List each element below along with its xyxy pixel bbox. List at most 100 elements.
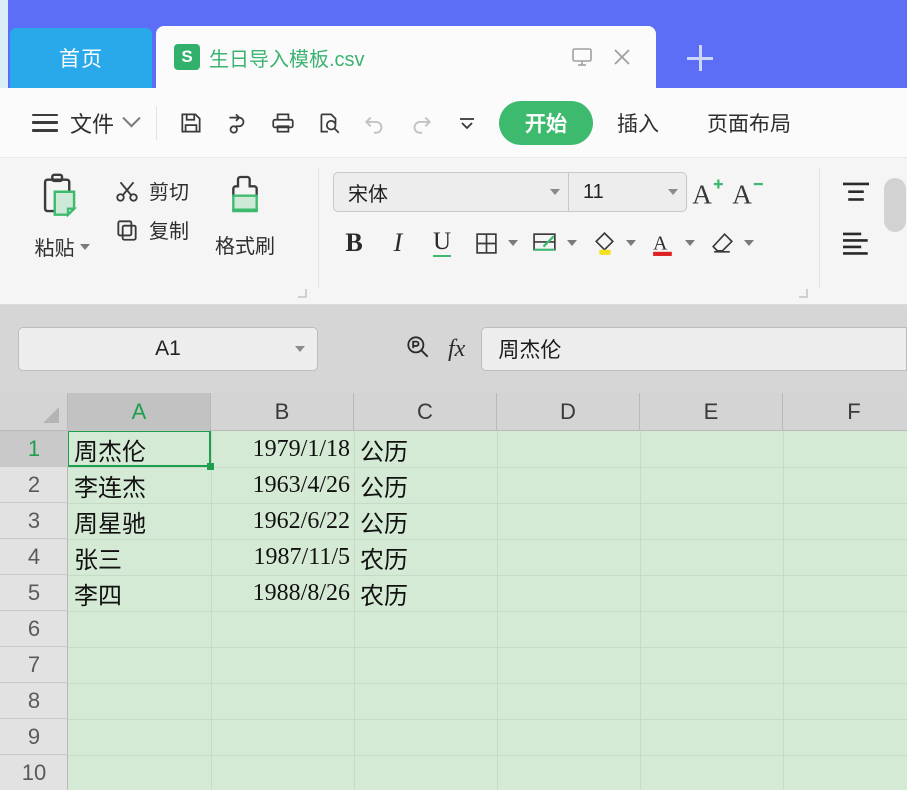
- formula-input[interactable]: 周杰伦: [481, 327, 907, 371]
- row-header-1[interactable]: 1: [0, 431, 68, 467]
- more-commands-icon[interactable]: [447, 103, 487, 143]
- cell-A2[interactable]: 李连杰: [68, 467, 211, 503]
- row-header-label: 6: [28, 616, 40, 642]
- tab-home[interactable]: 开始: [499, 101, 593, 145]
- caret-down-icon[interactable]: [508, 240, 518, 246]
- grid-line-horizontal: [68, 611, 907, 612]
- row-header-4[interactable]: 4: [0, 539, 68, 575]
- menu-hamburger-icon[interactable]: [32, 114, 58, 132]
- undo-icon[interactable]: [355, 103, 395, 143]
- row-header-3[interactable]: 3: [0, 503, 68, 539]
- cell-B3[interactable]: 1962/6/22: [211, 503, 354, 539]
- font-color-icon: A: [642, 222, 684, 264]
- tab-insert[interactable]: 插入: [593, 101, 683, 145]
- document-tab[interactable]: S 生日导入模板.csv: [156, 26, 656, 88]
- caret-down-icon[interactable]: [744, 240, 754, 246]
- copy-button[interactable]: 复制: [114, 215, 189, 244]
- grid-line-horizontal: [68, 719, 907, 720]
- merge-cells-button[interactable]: [524, 222, 581, 264]
- column-header-label: C: [417, 399, 433, 425]
- column-header-F[interactable]: F: [783, 393, 907, 431]
- cell-area[interactable]: 周杰伦1979/1/18公历李连杰1963/4/26公历周星驰1962/6/22…: [68, 431, 907, 790]
- ribbon-group-alignment: [820, 158, 900, 304]
- cell-B2[interactable]: 1963/4/26: [211, 467, 354, 503]
- row-header-10[interactable]: 10: [0, 755, 68, 790]
- cell-C2[interactable]: 公历: [354, 467, 497, 503]
- cell-C3[interactable]: 公历: [354, 503, 497, 539]
- cell-A5[interactable]: 李四: [68, 575, 211, 611]
- row-header-9[interactable]: 9: [0, 719, 68, 755]
- svg-text:A: A: [732, 179, 752, 209]
- format-painter-button[interactable]: 格式刷: [195, 170, 295, 259]
- print-icon[interactable]: [263, 103, 303, 143]
- column-header-E[interactable]: E: [640, 393, 783, 431]
- cell-A4[interactable]: 张三: [68, 539, 211, 575]
- font-name-select[interactable]: 宋体: [333, 172, 569, 212]
- redo-icon[interactable]: [401, 103, 441, 143]
- search-icon[interactable]: [404, 333, 432, 366]
- cell-C4[interactable]: 农历: [354, 539, 497, 575]
- italic-button[interactable]: I: [377, 222, 419, 264]
- align-left-button[interactable]: [834, 226, 878, 260]
- cell-B5[interactable]: 1988/8/26: [211, 575, 354, 611]
- spreadsheet-grid[interactable]: ABCDEF 12345678910 周杰伦1979/1/18公历李连杰1963…: [0, 393, 907, 790]
- row-header-6[interactable]: 6: [0, 611, 68, 647]
- cell-C1[interactable]: 公历: [354, 431, 497, 467]
- print-preview-icon[interactable]: [309, 103, 349, 143]
- column-header-D[interactable]: D: [497, 393, 640, 431]
- row-header-label: 10: [22, 760, 46, 786]
- close-icon[interactable]: [610, 45, 634, 69]
- row-header-label: 4: [28, 544, 40, 570]
- caret-down-icon[interactable]: [626, 240, 636, 246]
- column-header-A[interactable]: A: [68, 393, 211, 431]
- increase-font-size-button[interactable]: A: [687, 172, 727, 212]
- home-tab-label: 首页: [59, 43, 103, 73]
- row-header-7[interactable]: 7: [0, 647, 68, 683]
- cell-C5[interactable]: 农历: [354, 575, 497, 611]
- insert-function-button[interactable]: fx: [448, 336, 465, 363]
- row-header-8[interactable]: 8: [0, 683, 68, 719]
- name-box[interactable]: A1: [18, 327, 318, 371]
- bold-button[interactable]: B: [333, 222, 375, 264]
- cell-B1[interactable]: 1979/1/18: [211, 431, 354, 467]
- present-monitor-icon[interactable]: [570, 45, 594, 69]
- underline-button[interactable]: U: [421, 222, 463, 264]
- copy-label: 复制: [149, 215, 189, 244]
- clipboard-dialog-launcher[interactable]: [296, 286, 308, 298]
- column-header-B[interactable]: B: [211, 393, 354, 431]
- column-header-C[interactable]: C: [354, 393, 497, 431]
- borders-button[interactable]: [465, 222, 522, 264]
- column-header-label: B: [275, 399, 290, 425]
- fill-color-button[interactable]: [583, 222, 640, 264]
- file-menu-button[interactable]: 文件: [70, 107, 114, 139]
- ribbon-scroll-handle[interactable]: [884, 178, 906, 232]
- save-icon[interactable]: [171, 103, 211, 143]
- cell-A3[interactable]: 周星驰: [68, 503, 211, 539]
- svg-text:A: A: [653, 232, 668, 254]
- paste-button[interactable]: 粘贴: [14, 170, 110, 261]
- cut-button[interactable]: 剪切: [114, 176, 189, 205]
- caret-down-icon[interactable]: [80, 244, 90, 250]
- caret-down-icon[interactable]: [685, 240, 695, 246]
- cell-A1[interactable]: 周杰伦: [68, 431, 211, 467]
- home-tab[interactable]: 首页: [10, 28, 152, 88]
- ribbon: 粘贴 剪切 复制: [0, 158, 907, 305]
- decrease-font-size-button[interactable]: A: [727, 172, 767, 212]
- row-header-5[interactable]: 5: [0, 575, 68, 611]
- chevron-down-icon[interactable]: [550, 189, 560, 195]
- chevron-down-icon[interactable]: [668, 189, 678, 195]
- caret-down-icon[interactable]: [567, 240, 577, 246]
- font-size-select[interactable]: 11: [569, 172, 687, 212]
- chevron-down-icon[interactable]: [122, 109, 140, 127]
- cell-B4[interactable]: 1987/11/5: [211, 539, 354, 575]
- clear-format-button[interactable]: [701, 222, 758, 264]
- vertical-center-align-button[interactable]: [834, 176, 878, 210]
- select-all-corner[interactable]: [0, 393, 68, 431]
- chevron-down-icon[interactable]: [295, 346, 305, 352]
- output-icon[interactable]: [217, 103, 257, 143]
- font-color-button[interactable]: A: [642, 222, 699, 264]
- tab-page-layout[interactable]: 页面布局: [683, 101, 815, 145]
- new-tab-button[interactable]: [672, 32, 728, 84]
- font-dialog-launcher[interactable]: [797, 286, 809, 298]
- row-header-2[interactable]: 2: [0, 467, 68, 503]
